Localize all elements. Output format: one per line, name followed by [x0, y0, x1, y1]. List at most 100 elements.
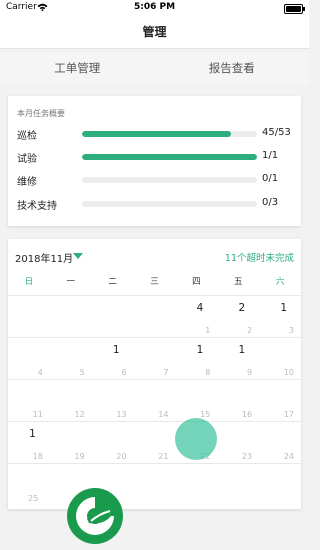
day-number: 15 — [200, 410, 211, 419]
task-progress-bar — [82, 201, 257, 207]
calendar-day-cell[interactable]: 13 — [259, 296, 301, 338]
calendar-day-cell[interactable]: 41 — [175, 296, 217, 338]
calendar-day-cell[interactable]: 21 — [134, 422, 176, 464]
day-task-count: 1 — [112, 344, 120, 356]
calendar-day-cell[interactable]: 11 — [8, 380, 50, 422]
tab-bar: 工单管理 报告查看 — [0, 52, 309, 84]
calendar-day-cell[interactable]: 1 18 — [8, 422, 50, 464]
day-number: 23 — [241, 452, 253, 461]
day-number: 2 — [247, 326, 253, 335]
calendar-week-row: 25 — [8, 463, 301, 506]
calendar-day-cell[interactable]: 5 — [50, 338, 92, 380]
day-number: 5 — [79, 368, 85, 377]
calendar-week-row: 118192021222324 — [8, 421, 301, 464]
task-progress-fill — [82, 131, 231, 137]
tab-work-orders[interactable]: 工单管理 — [0, 52, 155, 84]
day-number: 9 — [247, 368, 253, 377]
day-number: 24 — [283, 452, 294, 461]
day-number: 25 — [28, 494, 39, 503]
task-progress-bar — [82, 154, 257, 160]
day-number: 17 — [283, 410, 294, 419]
month-selector[interactable]: 2018年11月 — [15, 250, 73, 265]
calendar-day-cell[interactable]: 14 — [134, 380, 176, 422]
status-time: 5:06 PM — [133, 2, 176, 12]
task-label: 技术支持 — [17, 201, 57, 212]
task-progress-bar — [82, 177, 257, 183]
weekday-label: 二 — [108, 277, 117, 287]
day-number: 13 — [116, 410, 127, 419]
task-progress-fill — [82, 154, 257, 160]
task-row-inspection[interactable]: 巡检 45/53 — [17, 126, 297, 142]
calendar-day-cell[interactable]: 20 — [92, 422, 134, 464]
battery-fill — [286, 6, 301, 12]
calendar-day-cell[interactable]: 16 — [92, 338, 134, 380]
calendar-day-cell[interactable]: 12 — [50, 380, 92, 422]
day-number: 10 — [283, 368, 294, 377]
day-number: 14 — [158, 410, 169, 419]
day-task-count: 1 — [29, 428, 36, 440]
task-count: 1/1 — [262, 150, 279, 161]
calendar-day-cell[interactable]: 7 — [134, 338, 176, 380]
task-row-repair[interactable]: 维修 0/1 — [17, 172, 297, 188]
calendar-card: 2018年11月 11个超时未完成 日一二三四五六 41221345167181… — [8, 239, 301, 509]
weekday-label: 三 — [150, 277, 159, 287]
task-progress-bar — [82, 131, 257, 137]
day-task-count: 1 — [196, 344, 204, 356]
calendar-day-cell[interactable]: 19 — [217, 338, 259, 380]
day-number: 16 — [241, 410, 253, 419]
day-task-count: 4 — [196, 302, 204, 314]
task-count: 0/1 — [262, 173, 279, 184]
calendar-day-cell[interactable]: 24 — [259, 422, 301, 464]
day-task-count: 1 — [238, 344, 246, 356]
calendar-day-cell — [134, 296, 176, 338]
day-number: 19 — [74, 452, 85, 461]
page-title: 管理 — [0, 16, 309, 49]
caret-down-icon[interactable] — [73, 253, 83, 259]
task-row-test[interactable]: 试验 1/1 — [17, 149, 297, 165]
calendar-week-row: 4 5 1 6 7 1 8 1 9 10 — [8, 337, 301, 380]
day-number: 21 — [158, 452, 169, 461]
day-number: 20 — [116, 452, 127, 461]
task-label: 巡检 — [17, 131, 37, 142]
weekday-header: 日一二三四五六 — [8, 275, 301, 289]
calendar-week-row: 11 12 13 14 15 16 17 — [8, 379, 301, 422]
weekday-label: 一 — [66, 277, 76, 287]
summary-title: 本月任务概要 — [17, 109, 65, 118]
calendar-day-cell[interactable]: 22 — [217, 296, 259, 338]
day-number: 11 — [32, 410, 43, 419]
calendar-day-cell[interactable]: 23 — [217, 422, 259, 464]
status-bar: Carrier 5:06 PM — [0, 0, 309, 16]
day-number: 12 — [74, 410, 85, 419]
calendar-day-cell[interactable]: 4 — [8, 338, 50, 380]
battery-icon — [284, 4, 305, 14]
calendar-day-cell[interactable]: 19 — [50, 422, 92, 464]
calendar-day-cell[interactable]: 25 — [8, 464, 50, 506]
day-number: 1 — [205, 326, 211, 335]
leaf-logo-icon — [67, 488, 123, 544]
tab-reports[interactable]: 报告查看 — [155, 52, 310, 84]
day-task-count: 2 — [238, 302, 246, 314]
task-count: 45/53 — [262, 127, 291, 138]
calendar-day-cell — [259, 464, 301, 506]
day-number: 6 — [121, 368, 127, 377]
task-label: 试验 — [17, 154, 37, 165]
calendar-day-cell[interactable]: 18 — [175, 338, 217, 380]
monthly-summary-card: 本月任务概要 巡检 45/53 试验 1/1 维修 0/1 技术支持 0/3 — [8, 96, 301, 226]
weekday-label: 六 — [275, 277, 285, 287]
task-label: 维修 — [17, 177, 37, 188]
calendar-day-cell[interactable]: 10 — [259, 338, 301, 380]
calendar-day-cell — [175, 464, 217, 506]
overdue-link[interactable]: 11个超时未完成 — [225, 250, 294, 264]
day-task-count: 1 — [280, 302, 287, 314]
calendar-day-cell — [217, 464, 259, 506]
calendar-day-cell[interactable]: 16 — [217, 380, 259, 422]
calendar-day-cell[interactable]: 13 — [92, 380, 134, 422]
task-count: 0/3 — [262, 197, 279, 208]
calendar-day-cell[interactable]: 17 — [259, 380, 301, 422]
calendar-week-row: 412213 — [8, 295, 301, 338]
day-number: 4 — [37, 368, 43, 377]
calendar-day-cell — [134, 464, 176, 506]
floating-action-button[interactable] — [175, 418, 217, 460]
calendar-day-cell[interactable]: 15 — [175, 380, 217, 422]
task-row-tech-support[interactable]: 技术支持 0/3 — [17, 196, 297, 212]
